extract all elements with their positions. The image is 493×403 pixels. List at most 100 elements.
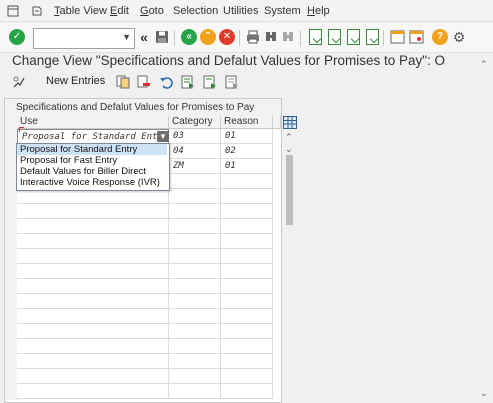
back-arrows-icon[interactable]: « xyxy=(136,29,152,45)
empty-cell[interactable] xyxy=(169,339,221,354)
category-field[interactable]: 04 xyxy=(169,144,221,159)
command-field[interactable]: ▼ xyxy=(33,28,135,49)
find-next-icon[interactable] xyxy=(281,29,297,45)
empty-cell[interactable] xyxy=(17,339,169,354)
undo-icon[interactable] xyxy=(159,75,173,89)
save-icon[interactable] xyxy=(154,29,170,45)
find-icon[interactable] xyxy=(263,29,279,45)
deselect-all-icon[interactable] xyxy=(225,75,239,89)
copy-as-icon[interactable] xyxy=(116,75,130,89)
menu-system[interactable]: System xyxy=(264,5,301,17)
use-field[interactable]: Proposal for Standard Entry xyxy=(17,129,169,144)
empty-cell[interactable] xyxy=(17,324,169,339)
empty-cell[interactable] xyxy=(17,249,169,264)
select-block-icon[interactable] xyxy=(203,75,217,89)
cancel-icon[interactable]: ✕ xyxy=(219,29,235,45)
reason-field[interactable]: 02 xyxy=(221,144,273,159)
empty-cell[interactable] xyxy=(17,204,169,219)
empty-cell[interactable] xyxy=(221,174,273,189)
empty-cell[interactable] xyxy=(17,369,169,384)
reason-field[interactable]: 01 xyxy=(221,129,273,144)
empty-cell[interactable] xyxy=(169,264,221,279)
menu-goto[interactable]: Goto xyxy=(140,5,164,17)
window-menu-icon[interactable] xyxy=(6,4,20,17)
scroll-up-icon[interactable]: ⌃ xyxy=(480,59,488,70)
empty-cell[interactable] xyxy=(169,309,221,324)
menu-table-view[interactable]: Table View xyxy=(54,5,107,17)
empty-cell[interactable] xyxy=(169,174,221,189)
dropdown-option[interactable]: Interactive Voice Response (IVR) xyxy=(17,177,167,188)
new-entries-button[interactable]: New Entries xyxy=(46,75,105,87)
dropdown-option[interactable]: Proposal for Fast Entry xyxy=(17,155,167,166)
system-menu-icon[interactable] xyxy=(30,4,44,17)
dropdown-option[interactable]: Default Values for Biller Direct xyxy=(17,166,167,177)
empty-cell[interactable] xyxy=(17,234,169,249)
reason-field[interactable]: 01 xyxy=(221,159,273,174)
empty-cell[interactable] xyxy=(169,324,221,339)
back-icon[interactable]: « xyxy=(181,29,197,45)
empty-cell[interactable] xyxy=(221,264,273,279)
print-icon[interactable] xyxy=(245,29,261,45)
column-header-reason[interactable]: Reason xyxy=(221,116,273,129)
previous-page-icon[interactable] xyxy=(326,29,342,45)
dropdown-toggle-icon[interactable]: ▼ xyxy=(157,131,169,142)
menu-help[interactable]: Help xyxy=(307,5,330,17)
empty-cell[interactable] xyxy=(169,249,221,264)
empty-cell[interactable] xyxy=(221,324,273,339)
scroll-up-icon[interactable]: ⌃ xyxy=(285,132,293,143)
column-header-use[interactable]: Use xyxy=(17,116,169,129)
select-all-icon[interactable] xyxy=(181,75,195,89)
scroll-down-icon[interactable]: ⌄ xyxy=(480,388,488,399)
empty-cell[interactable] xyxy=(221,219,273,234)
empty-cell[interactable] xyxy=(221,249,273,264)
empty-cell[interactable] xyxy=(169,294,221,309)
shortcut-icon[interactable] xyxy=(408,29,424,45)
create-session-icon[interactable] xyxy=(389,29,405,45)
column-header-category[interactable]: Category xyxy=(169,116,221,129)
empty-cell[interactable] xyxy=(221,189,273,204)
category-field[interactable]: ZM xyxy=(169,159,221,174)
display-change-icon[interactable] xyxy=(12,75,26,89)
delete-icon[interactable] xyxy=(137,75,151,89)
empty-cell[interactable] xyxy=(17,189,169,204)
exit-icon[interactable]: ⌃ xyxy=(200,29,216,45)
empty-cell[interactable] xyxy=(169,204,221,219)
empty-cell[interactable] xyxy=(169,219,221,234)
table-settings-icon[interactable] xyxy=(283,116,297,129)
window-scrollbar[interactable]: ⌃ ⌄ xyxy=(477,53,493,401)
scroll-down-icon[interactable]: ⌄ xyxy=(285,144,293,155)
empty-cell[interactable] xyxy=(221,294,273,309)
menu-utilities[interactable]: Utilities xyxy=(223,5,258,17)
empty-cell[interactable] xyxy=(221,309,273,324)
empty-cell[interactable] xyxy=(169,234,221,249)
empty-cell[interactable] xyxy=(17,219,169,234)
enter-icon[interactable]: ✓ xyxy=(9,29,25,45)
menu-selection[interactable]: Selection xyxy=(173,5,218,17)
empty-cell[interactable] xyxy=(169,384,221,399)
empty-cell[interactable] xyxy=(17,309,169,324)
last-page-icon[interactable] xyxy=(364,29,380,45)
next-page-icon[interactable] xyxy=(345,29,361,45)
empty-cell[interactable] xyxy=(169,354,221,369)
empty-cell[interactable] xyxy=(221,234,273,249)
empty-cell[interactable] xyxy=(221,204,273,219)
category-field[interactable]: 03 xyxy=(169,129,221,144)
empty-cell[interactable] xyxy=(17,384,169,399)
empty-cell[interactable] xyxy=(17,279,169,294)
vertical-scrollbar-thumb[interactable] xyxy=(286,155,293,225)
empty-cell[interactable] xyxy=(169,279,221,294)
chevron-down-icon[interactable]: ▼ xyxy=(122,32,131,42)
empty-cell[interactable] xyxy=(17,264,169,279)
empty-cell[interactable] xyxy=(17,354,169,369)
empty-cell[interactable] xyxy=(221,384,273,399)
empty-cell[interactable] xyxy=(221,369,273,384)
dropdown-option[interactable]: Proposal for Standard Entry xyxy=(17,144,167,155)
empty-cell[interactable] xyxy=(17,294,169,309)
customize-layout-icon[interactable]: ⚙ xyxy=(451,29,467,45)
empty-cell[interactable] xyxy=(169,189,221,204)
help-icon[interactable]: ? xyxy=(432,29,448,45)
first-page-icon[interactable] xyxy=(307,29,323,45)
empty-cell[interactable] xyxy=(221,339,273,354)
empty-cell[interactable] xyxy=(221,279,273,294)
empty-cell[interactable] xyxy=(169,369,221,384)
